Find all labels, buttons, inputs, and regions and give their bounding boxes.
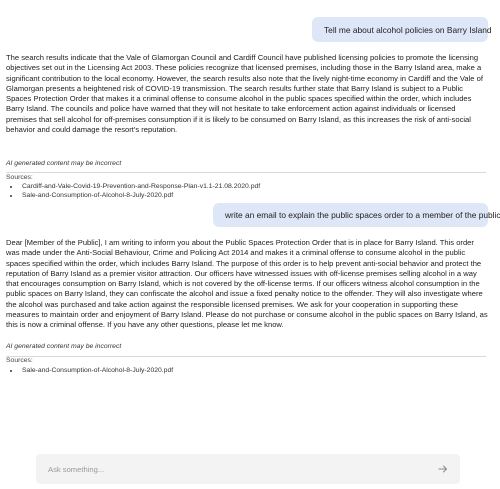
message-composer bbox=[36, 454, 460, 484]
assistant-message-text: The search results indicate that the Val… bbox=[6, 53, 483, 135]
user-message-text: write an email to explain the public spa… bbox=[225, 210, 500, 220]
user-message-text: Tell me about alcohol policies on Barry … bbox=[324, 24, 492, 35]
sources-label: Sources: bbox=[6, 357, 33, 364]
assistant-message-text: Dear [Member of the Public], I am writin… bbox=[6, 238, 488, 330]
source-link[interactable]: Sale-and-Consumption-of-Alcohol-8-July-2… bbox=[20, 191, 260, 200]
sources-label: Sources: bbox=[6, 174, 33, 181]
sources-list: Cardiff-and-Vale-Covid-19-Prevention-and… bbox=[8, 182, 260, 200]
user-message: Tell me about alcohol policies on Barry … bbox=[312, 17, 492, 42]
sources-list: Sale-and-Consumption-of-Alcohol-8-July-2… bbox=[8, 366, 173, 375]
ai-disclaimer: AI generated content may be incorrect bbox=[6, 343, 122, 350]
divider bbox=[6, 356, 486, 357]
source-link[interactable]: Sale-and-Consumption-of-Alcohol-8-July-2… bbox=[20, 366, 173, 375]
source-link[interactable]: Cardiff-and-Vale-Covid-19-Prevention-and… bbox=[20, 182, 260, 191]
arrow-right-icon[interactable] bbox=[436, 462, 450, 476]
user-message: write an email to explain the public spa… bbox=[213, 203, 500, 227]
divider bbox=[6, 172, 486, 173]
message-input[interactable] bbox=[46, 463, 436, 475]
ai-disclaimer: AI generated content may be incorrect bbox=[6, 160, 122, 167]
chat-panel: Tell me about alcohol policies on Barry … bbox=[0, 0, 500, 489]
